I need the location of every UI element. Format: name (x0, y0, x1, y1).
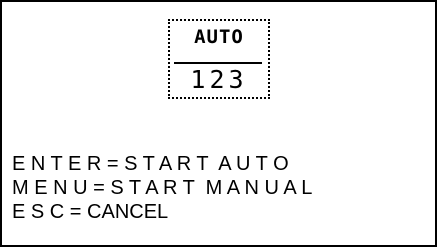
mode-label: AUTO (194, 26, 244, 48)
counter-value: 123 (190, 65, 248, 94)
instruction-esc: E S C = CANCEL (12, 201, 169, 223)
mode-indicator-box: AUTO 123 (168, 19, 270, 99)
key-instructions: E N T E R = S T A R T A U T O M E N U = … (12, 152, 312, 224)
instruction-enter: E N T E R = S T A R T A U T O (12, 153, 289, 175)
lcd-screen: AUTO 123 E N T E R = S T A R T A U T O M… (0, 0, 437, 247)
instruction-menu: M E N U = S T A R T M A N U A L (12, 177, 313, 199)
mode-divider (174, 62, 262, 64)
